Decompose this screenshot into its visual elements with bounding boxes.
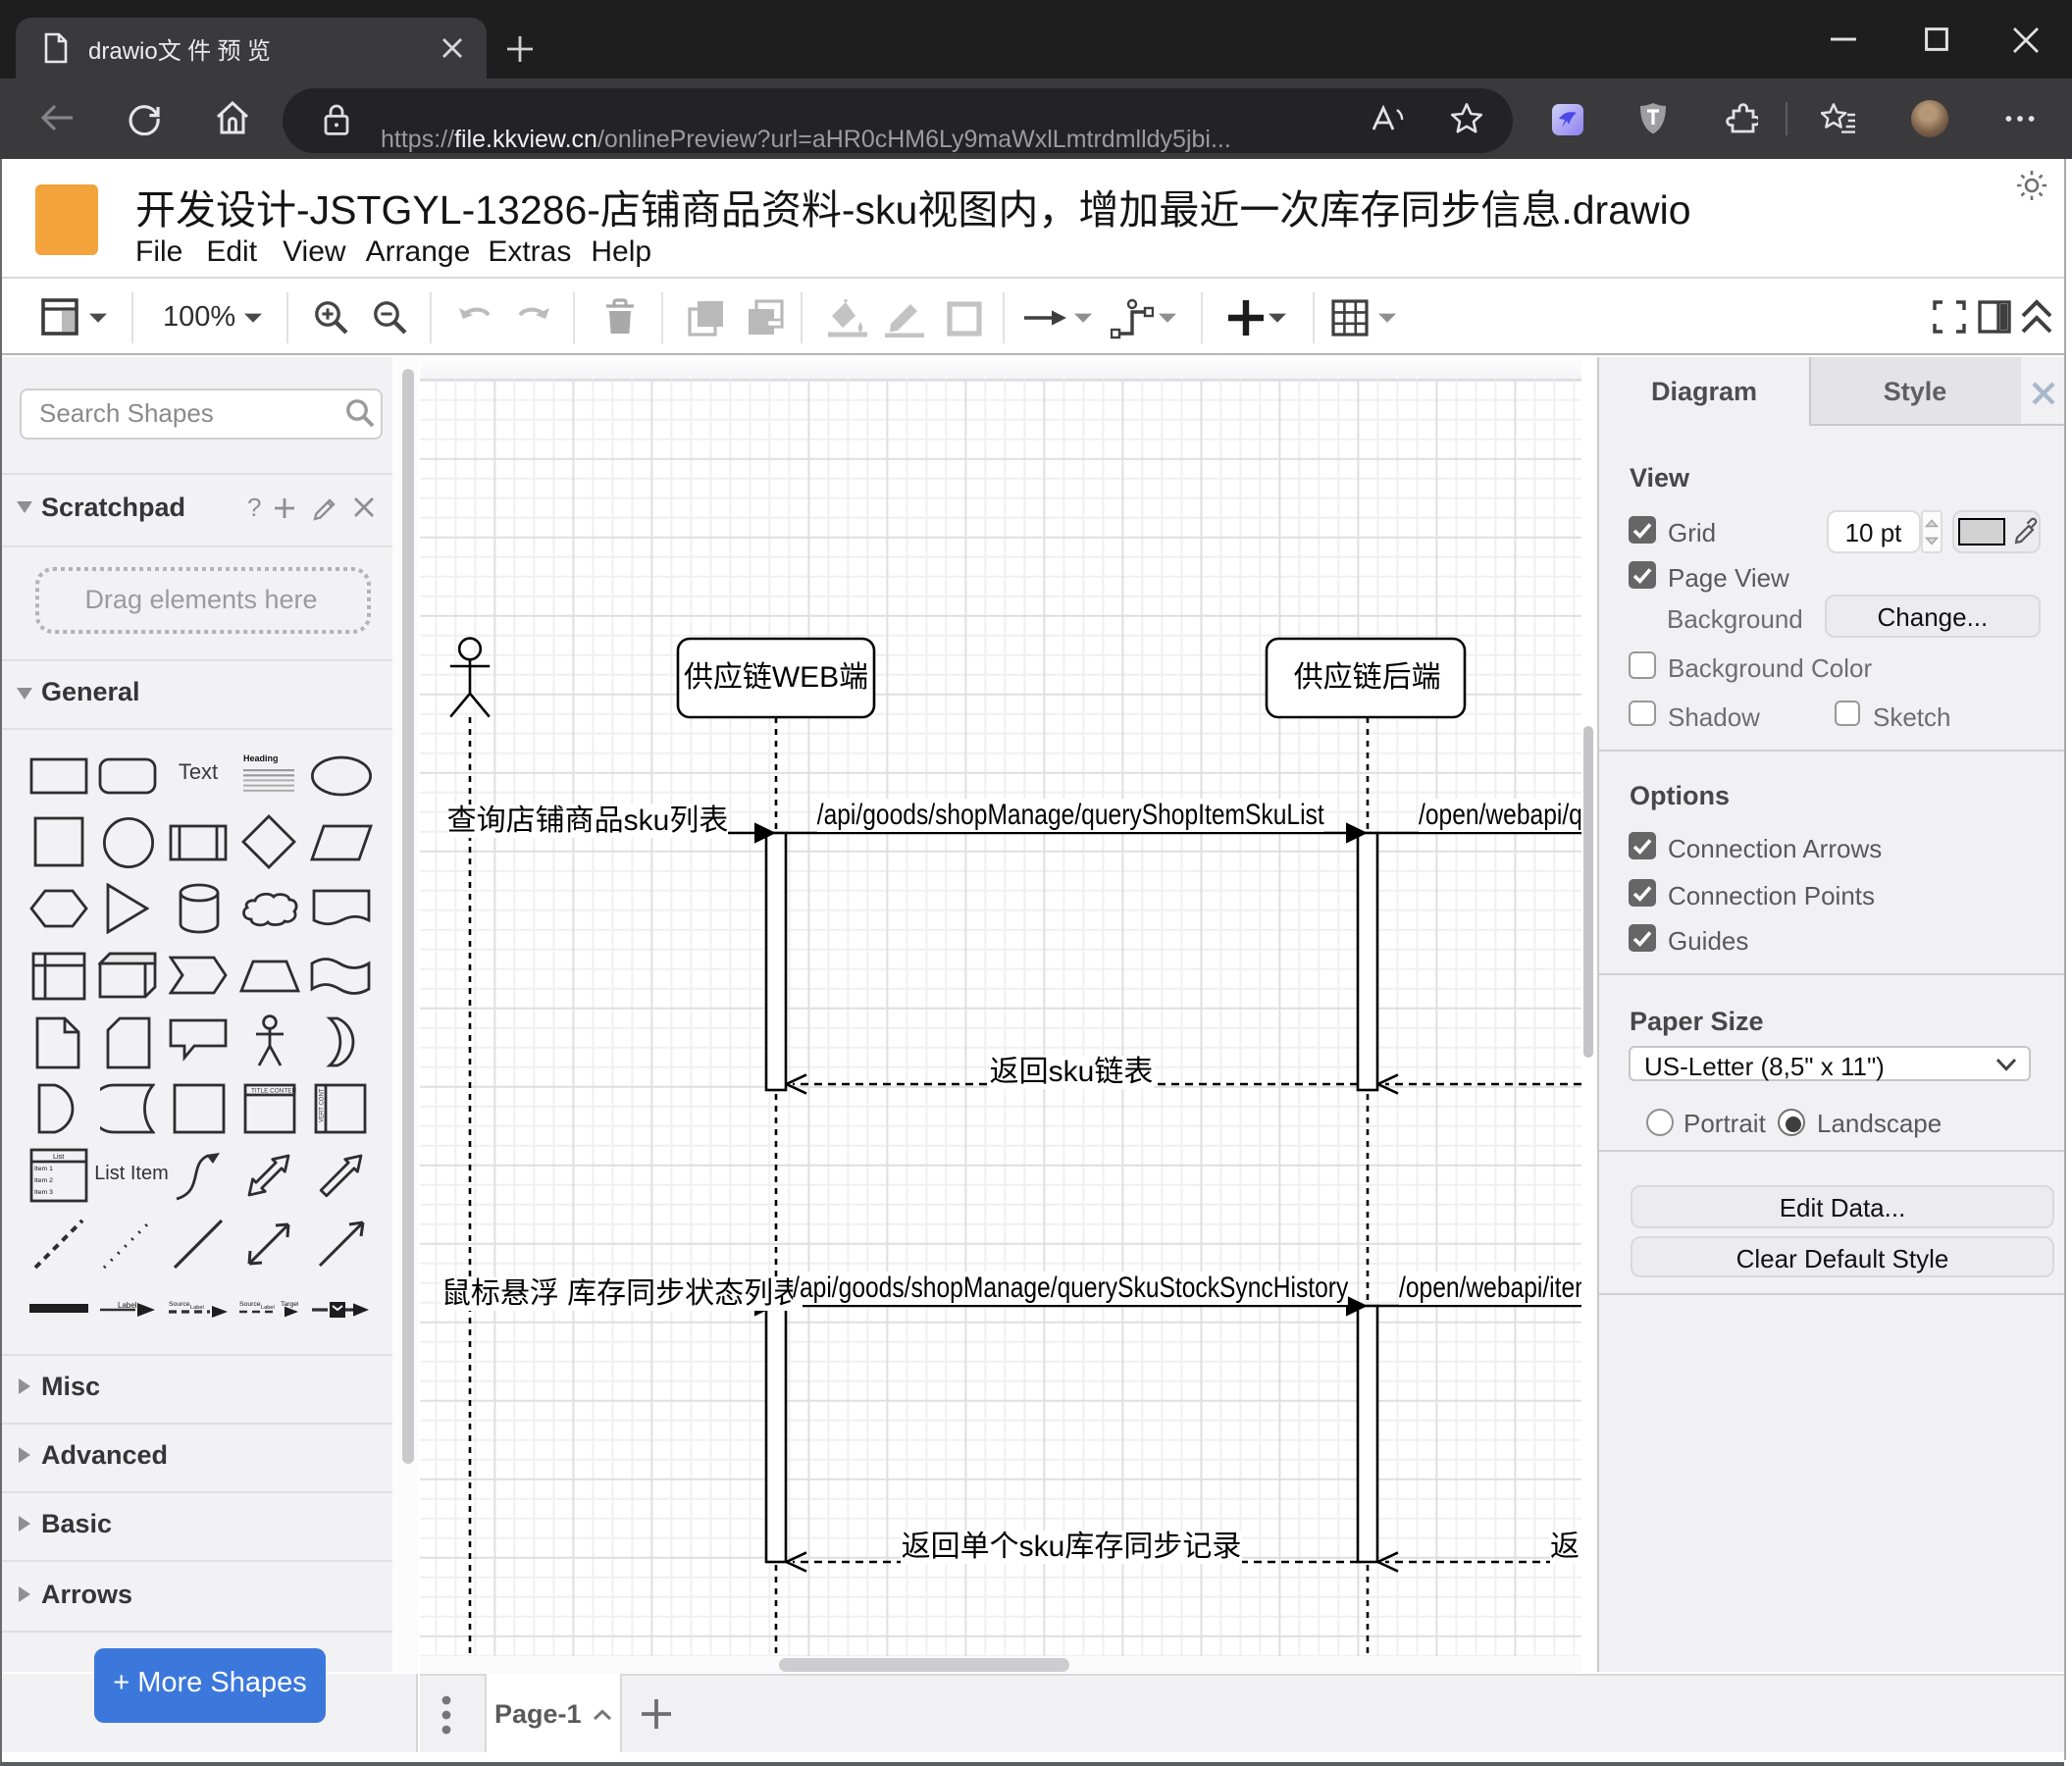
svg-text:List: List (52, 1152, 63, 1161)
svg-text:Source: Source (169, 1301, 190, 1308)
svg-text:Heading: Heading (243, 753, 279, 763)
svg-text:Item 2: Item 2 (33, 1177, 52, 1184)
svg-text:VERT CONT: VERT CONT (320, 1087, 326, 1121)
svg-text:Label: Label (190, 1305, 204, 1311)
svg-text:Source: Source (239, 1301, 261, 1308)
svg-text:Item 3: Item 3 (33, 1189, 52, 1196)
svg-text:Label: Label (261, 1305, 275, 1311)
svg-text:Item 1: Item 1 (33, 1166, 52, 1172)
svg-text:Label: Label (118, 1301, 137, 1310)
svg-text:Target: Target (281, 1301, 298, 1308)
svg-text:TITLE CONTENT: TITLE CONTENT (250, 1087, 295, 1094)
